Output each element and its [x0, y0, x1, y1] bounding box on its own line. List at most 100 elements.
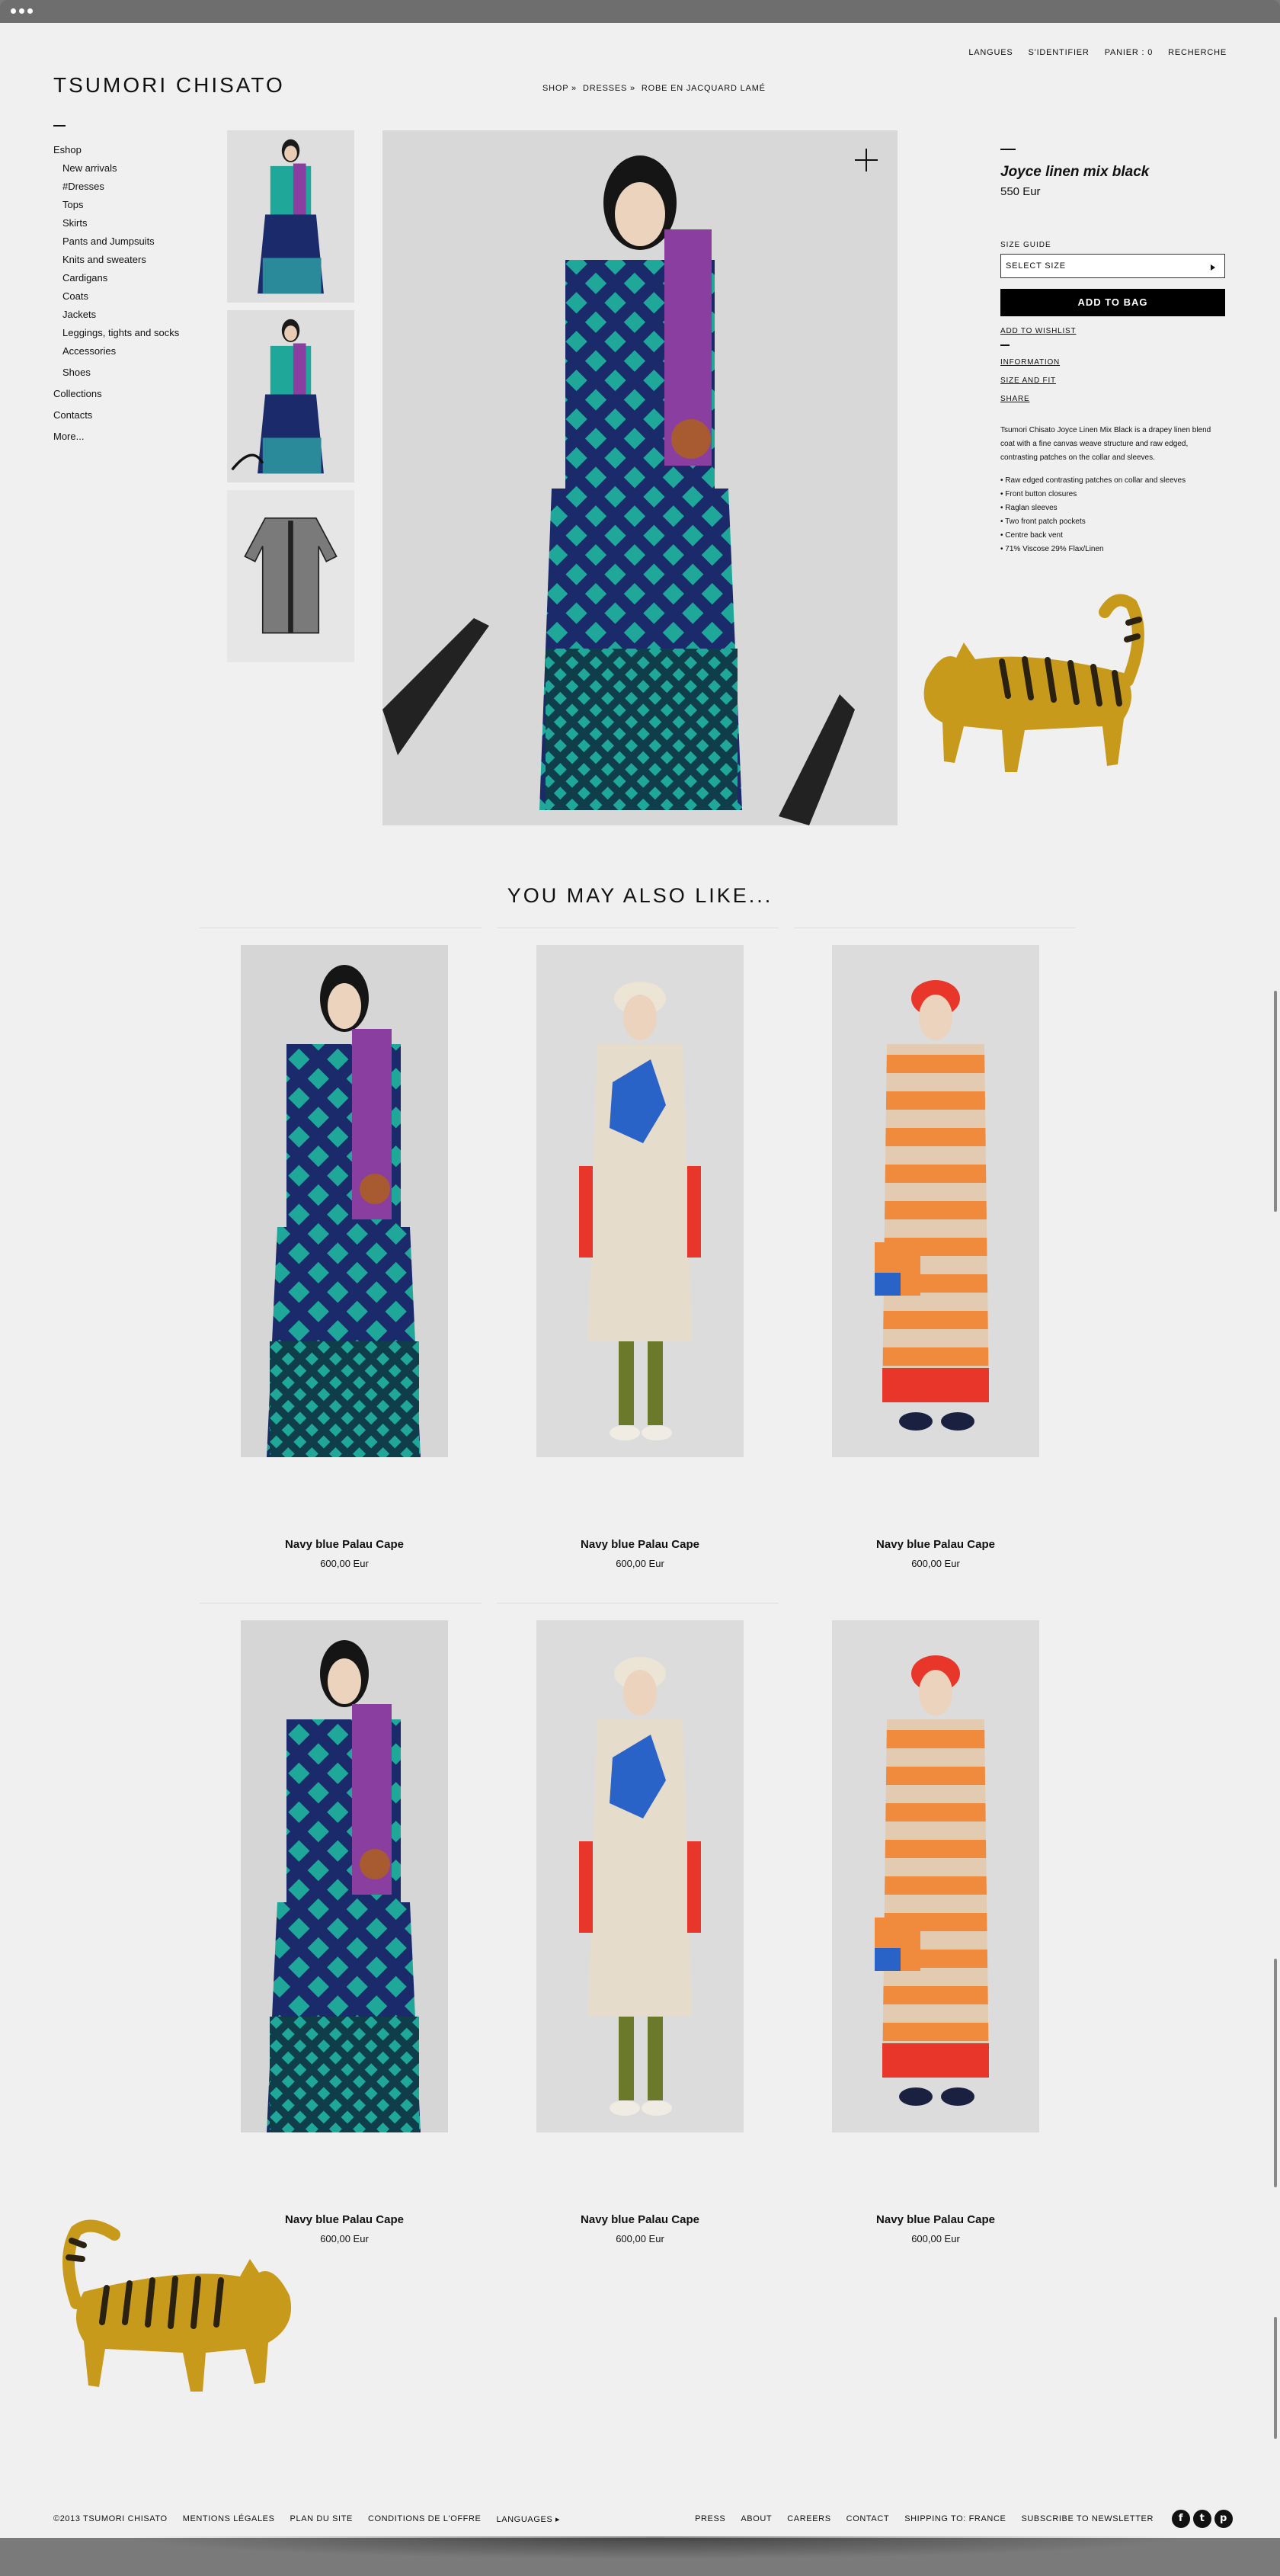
- section-rule: [200, 1603, 482, 1604]
- sidebar-divider: [53, 125, 66, 127]
- sidebar-item-cardigans[interactable]: Cardigans: [53, 269, 179, 287]
- sidebar-item-collections[interactable]: Collections: [53, 385, 179, 403]
- footer-left: ©2013 TSUMORI CHISATO MENTIONS LÉGALES P…: [53, 2514, 560, 2524]
- product-card-image[interactable]: [536, 1620, 744, 2132]
- nav-search[interactable]: RECHERCHE: [1168, 48, 1227, 57]
- sidebar-item-accessories[interactable]: Accessories: [53, 342, 179, 360]
- footer-legal[interactable]: MENTIONS LÉGALES: [183, 2514, 275, 2524]
- feature-item: Raglan sleeves: [1000, 501, 1225, 515]
- sidebar-item-dresses[interactable]: #Dresses: [53, 178, 179, 196]
- product-description: Tsumori Chisato Joyce Linen Mix Black is…: [1000, 426, 1211, 462]
- add-to-wishlist-link[interactable]: ADD TO WISHLIST: [1000, 327, 1225, 335]
- feature-item: Two front patch pockets: [1000, 515, 1225, 529]
- product-links: INFORMATION SIZE AND FIT SHARE: [1000, 354, 1225, 409]
- product-card-name[interactable]: Navy blue Palau Cape: [526, 1538, 754, 1551]
- product-name: Joyce linen mix black: [1000, 164, 1150, 180]
- product-features: Raw edged contrasting patches on collar …: [1000, 474, 1225, 556]
- also-like-title: YOU MAY ALSO LIKE...: [507, 884, 773, 907]
- section-rule: [497, 1603, 779, 1604]
- model-image: [832, 945, 1039, 1457]
- feature-item: 71% Viscose 29% Flax/Linen: [1000, 543, 1225, 556]
- caret-right-icon: [1211, 264, 1215, 271]
- info-divider-small: [1000, 344, 1010, 346]
- breadcrumb-current: ROBE EN JACQUARD LAMÉ: [641, 84, 766, 93]
- size-select[interactable]: SELECT SIZE: [1000, 254, 1225, 278]
- product-card-image[interactable]: [536, 945, 744, 1457]
- product-card-price: 600,00 Eur: [911, 2233, 960, 2244]
- sidebar-item-knits[interactable]: Knits and sweaters: [53, 251, 179, 269]
- model-image: [536, 1620, 744, 2132]
- sidebar-item-coats[interactable]: Coats: [53, 287, 179, 306]
- product-card-price: 600,00 Eur: [911, 1558, 960, 1569]
- utility-nav: LANGUES S'IDENTIFIER PANIER : 0 RECHERCH…: [968, 48, 1227, 57]
- window-shadow: [122, 2536, 1189, 2559]
- sidebar-item-shoes[interactable]: Shoes: [53, 364, 179, 382]
- footer-shipping[interactable]: SHIPPING TO: FRANCE: [904, 2514, 1006, 2523]
- tiger-illustration: [62, 2219, 292, 2392]
- pinterest-icon[interactable]: p: [1214, 2510, 1233, 2528]
- product-card-name[interactable]: Navy blue Palau Cape: [821, 2213, 1050, 2226]
- share-link[interactable]: SHARE: [1000, 390, 1225, 409]
- model-image: [241, 945, 448, 1457]
- sidebar-item-tops[interactable]: Tops: [53, 196, 179, 214]
- product-card-image[interactable]: [241, 1620, 448, 2132]
- size-select-value: SELECT SIZE: [1006, 261, 1066, 271]
- footer-sitemap[interactable]: PLAN DU SITE: [290, 2514, 353, 2524]
- sidebar: Eshop New arrivals #Dresses Tops Skirts …: [53, 141, 179, 446]
- footer: ©2013 TSUMORI CHISATO MENTIONS LÉGALES P…: [53, 2510, 1233, 2528]
- footer-about[interactable]: ABOUT: [741, 2514, 772, 2523]
- product-card-name[interactable]: Navy blue Palau Cape: [526, 2213, 754, 2226]
- sidebar-item-jackets[interactable]: Jackets: [53, 306, 179, 324]
- social-links: f t p: [1172, 2510, 1233, 2528]
- nav-login[interactable]: S'IDENTIFIER: [1029, 48, 1090, 57]
- product-card-image[interactable]: [241, 945, 448, 1457]
- sidebar-item-skirts[interactable]: Skirts: [53, 214, 179, 232]
- brand-logo[interactable]: TSUMORI CHISATO: [53, 73, 285, 98]
- sidebar-item-eshop[interactable]: Eshop: [53, 141, 179, 159]
- information-link[interactable]: INFORMATION: [1000, 354, 1225, 372]
- product-card-image[interactable]: [832, 1620, 1039, 2132]
- scrollbar-thumb[interactable]: [1274, 2317, 1277, 2439]
- window-dots: [11, 8, 33, 14]
- thumbnail-2[interactable]: [227, 310, 354, 482]
- footer-newsletter[interactable]: SUBSCRIBE TO NEWSLETTER: [1021, 2514, 1154, 2523]
- main-product-image[interactable]: [382, 130, 898, 825]
- footer-languages[interactable]: LANGUAGES ▸: [496, 2514, 560, 2524]
- product-card-price: 600,00 Eur: [320, 1558, 369, 1569]
- product-card-image[interactable]: [832, 945, 1039, 1457]
- footer-careers[interactable]: CAREERS: [787, 2514, 830, 2523]
- scrollbar-thumb[interactable]: [1274, 991, 1277, 1212]
- sidebar-item-leggings[interactable]: Leggings, tights and socks: [53, 324, 179, 342]
- product-card-name[interactable]: Navy blue Palau Cape: [821, 1538, 1050, 1551]
- footer-press[interactable]: PRESS: [695, 2514, 725, 2523]
- scrollbar-thumb[interactable]: [1274, 1959, 1277, 2187]
- thumbnail-1[interactable]: [227, 130, 354, 303]
- nav-cart[interactable]: PANIER : 0: [1105, 48, 1153, 57]
- sidebar-item-new-arrivals[interactable]: New arrivals: [53, 159, 179, 178]
- tiger-illustration: [923, 594, 1144, 772]
- sidebar-item-more[interactable]: More...: [53, 428, 179, 446]
- model-image: [227, 310, 354, 482]
- product-price: 550 Eur: [1000, 185, 1041, 198]
- sidebar-item-contacts[interactable]: Contacts: [53, 406, 179, 425]
- footer-terms[interactable]: CONDITIONS DE L'OFFRE: [368, 2514, 482, 2524]
- feature-item: Centre back vent: [1000, 529, 1225, 543]
- info-divider: [1000, 149, 1016, 150]
- browser-chrome: [0, 0, 1280, 23]
- footer-contact[interactable]: CONTACT: [846, 2514, 890, 2523]
- sidebar-item-pants[interactable]: Pants and Jumpsuits: [53, 232, 179, 251]
- size-guide-label[interactable]: SIZE GUIDE: [1000, 241, 1225, 249]
- feature-item: Front button closures: [1000, 488, 1225, 501]
- nav-langues[interactable]: LANGUES: [968, 48, 1013, 57]
- product-card-price: 600,00 Eur: [616, 2233, 664, 2244]
- breadcrumb-dresses[interactable]: DRESSES »: [583, 84, 635, 93]
- page: LANGUES S'IDENTIFIER PANIER : 0 RECHERCH…: [0, 23, 1280, 2538]
- thumbnail-3[interactable]: [227, 490, 354, 662]
- add-to-bag-button[interactable]: ADD TO BAG: [1000, 289, 1225, 316]
- size-and-fit-link[interactable]: SIZE AND FIT: [1000, 372, 1225, 390]
- product-card-name[interactable]: Navy blue Palau Cape: [230, 1538, 459, 1551]
- twitter-icon[interactable]: t: [1193, 2510, 1211, 2528]
- zoom-plus-icon[interactable]: [855, 149, 878, 171]
- breadcrumb-shop[interactable]: SHOP »: [542, 84, 577, 93]
- facebook-icon[interactable]: f: [1172, 2510, 1190, 2528]
